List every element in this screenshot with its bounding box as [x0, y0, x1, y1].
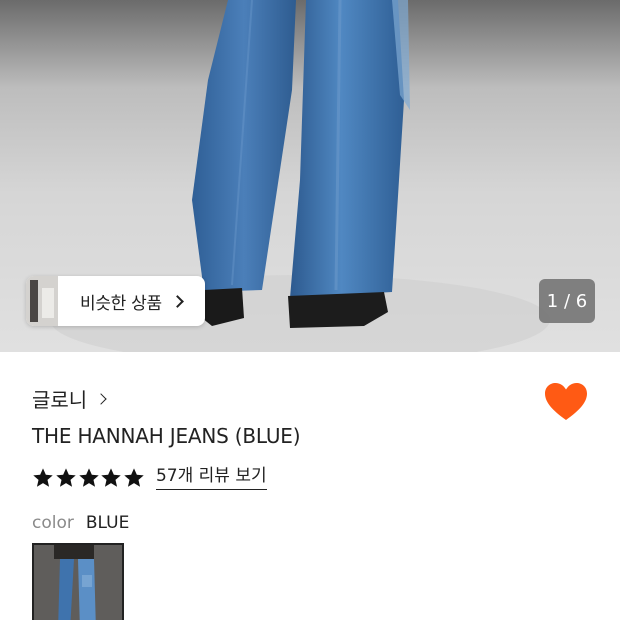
product-title: THE HANNAH JEANS (BLUE): [32, 424, 301, 448]
image-page-counter: 1 / 6: [539, 279, 595, 323]
selected-color-value: BLUE: [85, 513, 130, 533]
brand-name: 글로니: [32, 388, 88, 412]
star-icon: [56, 468, 76, 487]
star-icon: [101, 468, 122, 487]
rating-stars: [32, 467, 146, 489]
chevron-right-icon: [95, 392, 107, 405]
color-option-thumbnail[interactable]: [32, 543, 124, 620]
similar-product-thumbnail: [26, 276, 58, 326]
heart-icon[interactable]: [544, 382, 588, 422]
color-option-image: [34, 545, 122, 620]
brand-link[interactable]: 글로니: [32, 384, 107, 413]
similar-products-label: 비슷한 상품: [80, 293, 162, 314]
product-image-gallery[interactable]: 비슷한 상품 1 / 6: [0, 0, 620, 352]
star-icon: [124, 468, 144, 487]
star-icon: [78, 468, 99, 487]
rating-row: 57개 리뷰 보기: [32, 466, 267, 490]
chevron-right-icon: [170, 294, 184, 308]
star-icon: [33, 468, 53, 487]
color-selection: color BLUE: [32, 513, 129, 533]
similar-products-button[interactable]: 비슷한 상품: [26, 276, 205, 326]
color-label: color: [32, 513, 74, 533]
view-reviews-link[interactable]: 57개 리뷰 보기: [155, 466, 267, 490]
